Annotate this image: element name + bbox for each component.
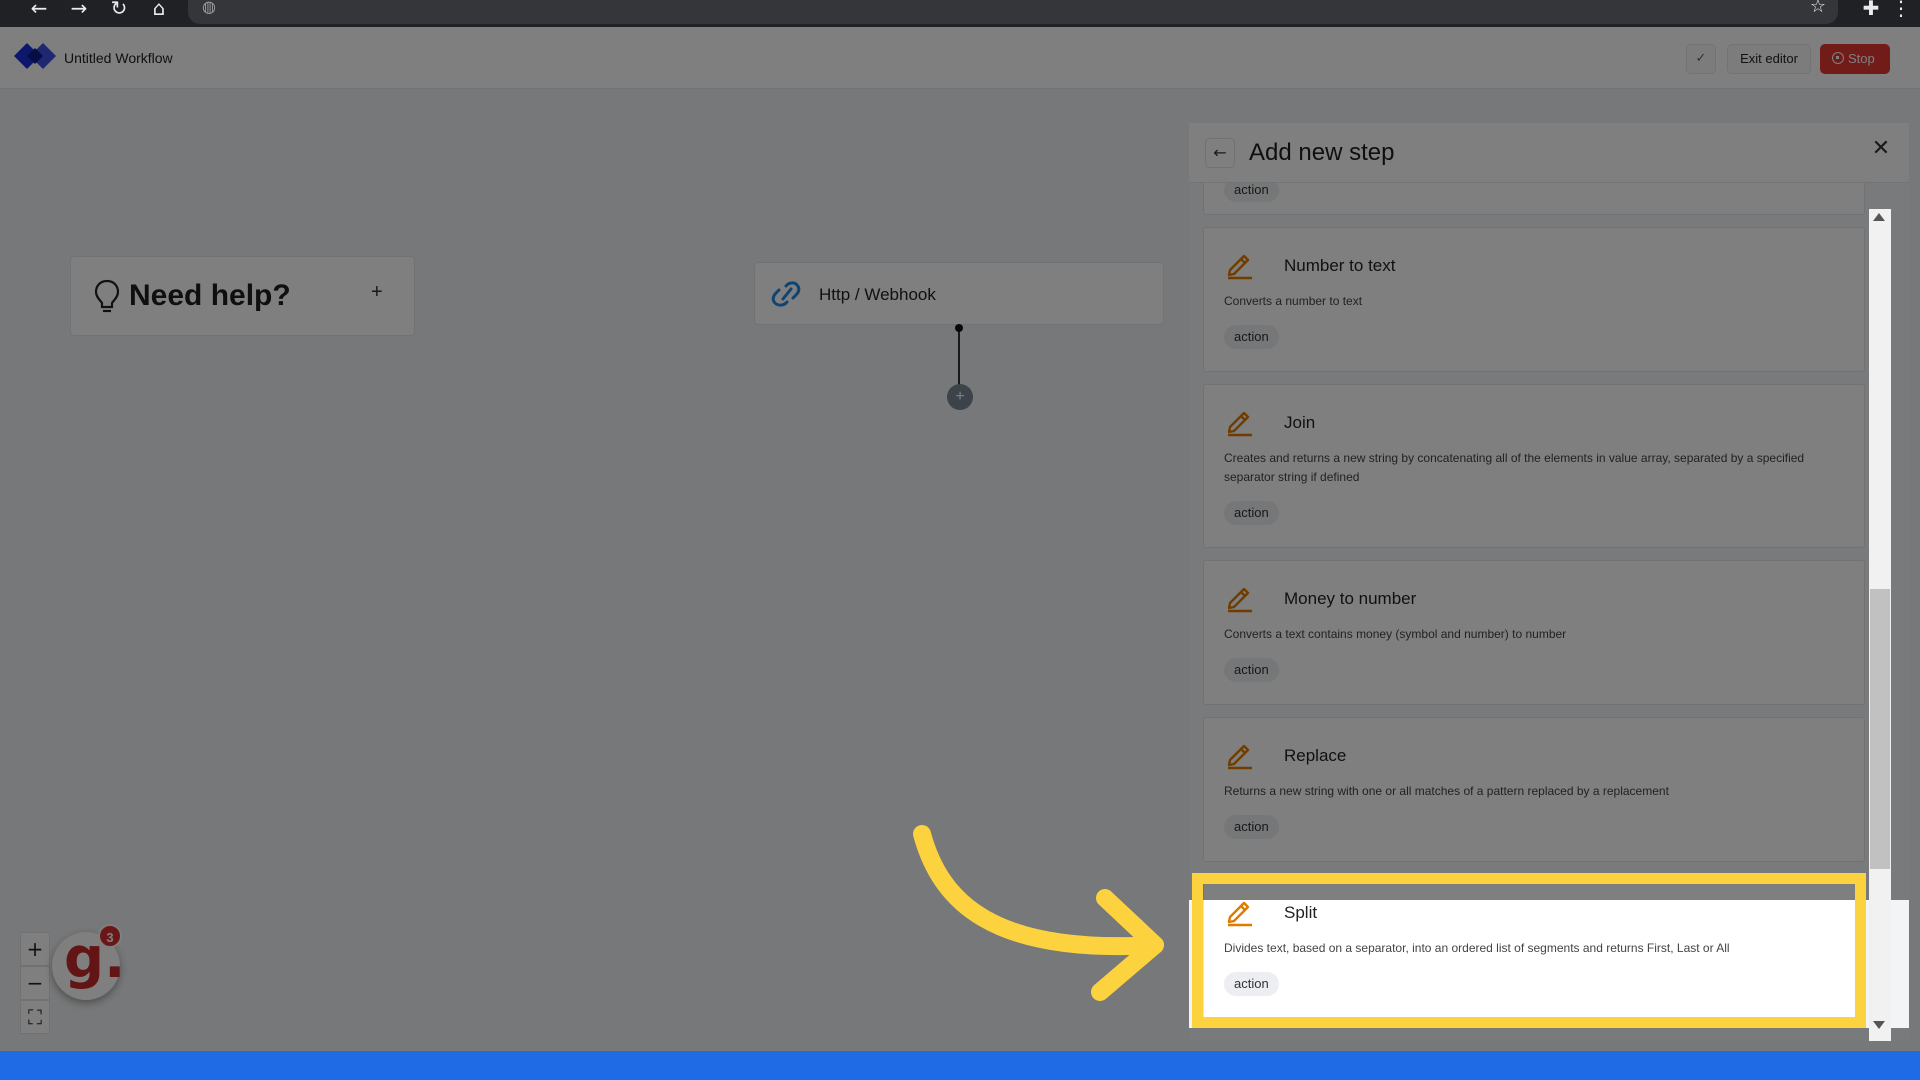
expand-help-icon[interactable]: + xyxy=(371,281,383,304)
back-arrow-icon[interactable]: ← xyxy=(24,0,54,18)
extensions-icon[interactable]: ✚ xyxy=(1856,0,1886,18)
step-name: Replace xyxy=(1284,746,1347,765)
scroll-thumb[interactable] xyxy=(1870,589,1890,869)
trigger-label: Http / Webhook xyxy=(819,285,936,304)
step-card-join[interactable]: Join Creates and returns a new string by… xyxy=(1203,384,1865,548)
forward-arrow-icon[interactable]: → xyxy=(64,0,94,18)
step-description: Creates and returns a new string by conc… xyxy=(1224,451,1805,484)
step-tag: action xyxy=(1224,658,1279,682)
step-name: Number to text xyxy=(1284,256,1396,275)
help-card[interactable]: Need help? + xyxy=(70,256,415,336)
step-tag: action xyxy=(1224,325,1279,349)
browser-toolbar: ← → ↻ ⌂ ◍ ☆ ✚ ⋮ xyxy=(0,0,1920,27)
globe-icon: ◍ xyxy=(202,0,216,16)
step-description: Converts a number to text xyxy=(1224,294,1363,308)
trigger-node[interactable]: Http / Webhook xyxy=(754,262,1164,325)
pencil-icon xyxy=(1227,254,1252,280)
step-name: Money to number xyxy=(1284,589,1417,608)
zoom-in-button[interactable]: + xyxy=(20,932,50,966)
pencil-icon xyxy=(1227,411,1252,437)
exit-editor-button[interactable]: Exit editor xyxy=(1727,44,1811,74)
check-icon[interactable]: ✓ xyxy=(1686,44,1716,74)
step-tag: action xyxy=(1224,815,1279,839)
brand-logo-icon[interactable] xyxy=(14,43,56,69)
back-button[interactable]: ← xyxy=(1205,138,1235,168)
workflow-title[interactable]: Untitled Workflow xyxy=(64,50,173,66)
notification-count: 3 xyxy=(98,924,122,948)
panel-scrollbar[interactable] xyxy=(1869,209,1891,1041)
step-tag: action xyxy=(1224,501,1279,525)
link-icon xyxy=(771,281,801,307)
panel-header: ← Add new step ✕ xyxy=(1189,123,1909,183)
assistant-badge[interactable]: g. 3 xyxy=(52,924,125,1000)
step-card-money-to-number[interactable]: Money to number Converts a text contains… xyxy=(1203,560,1865,705)
scroll-up-icon[interactable] xyxy=(1873,213,1885,221)
stop-icon xyxy=(1832,52,1844,64)
add-step-button[interactable]: + xyxy=(947,384,973,410)
step-name: Join xyxy=(1284,413,1316,432)
lightbulb-icon xyxy=(94,279,120,313)
close-icon[interactable]: ✕ xyxy=(1869,137,1893,161)
scroll-down-icon[interactable] xyxy=(1873,1021,1885,1029)
step-tag: action xyxy=(1224,183,1279,202)
stop-label: Stop xyxy=(1848,51,1875,66)
zoom-controls: + − ⛶ xyxy=(20,932,50,1034)
reload-icon[interactable]: ↻ xyxy=(104,0,134,18)
step-card-replace[interactable]: Replace Returns a new string with one or… xyxy=(1203,717,1865,862)
zoom-out-button[interactable]: − xyxy=(20,966,50,1000)
step-card[interactable]: action xyxy=(1203,183,1865,215)
help-title: Need help? xyxy=(129,279,291,312)
pencil-icon xyxy=(1227,587,1252,613)
app-header: Untitled Workflow ✓ Exit editor Stop xyxy=(0,27,1920,89)
browser-menu-icon[interactable]: ⋮ xyxy=(1886,0,1916,18)
bookmark-star-icon[interactable]: ☆ xyxy=(1810,0,1826,16)
step-description: Converts a text contains money (symbol a… xyxy=(1224,627,1567,641)
highlight-frame xyxy=(1192,873,1866,1028)
taskbar xyxy=(0,1051,1920,1080)
panel-title: Add new step xyxy=(1249,139,1395,166)
fit-view-button[interactable]: ⛶ xyxy=(20,1000,50,1034)
step-card-number-to-text[interactable]: Number to text Converts a number to text… xyxy=(1203,227,1865,372)
step-description: Returns a new string with one or all mat… xyxy=(1224,784,1669,798)
address-bar[interactable]: ◍ ☆ xyxy=(188,0,1838,24)
stop-button[interactable]: Stop xyxy=(1820,44,1890,74)
pencil-icon xyxy=(1227,744,1252,770)
callout-arrow-icon xyxy=(913,825,1164,1001)
connector-dot xyxy=(955,324,963,332)
home-icon[interactable]: ⌂ xyxy=(144,0,174,18)
